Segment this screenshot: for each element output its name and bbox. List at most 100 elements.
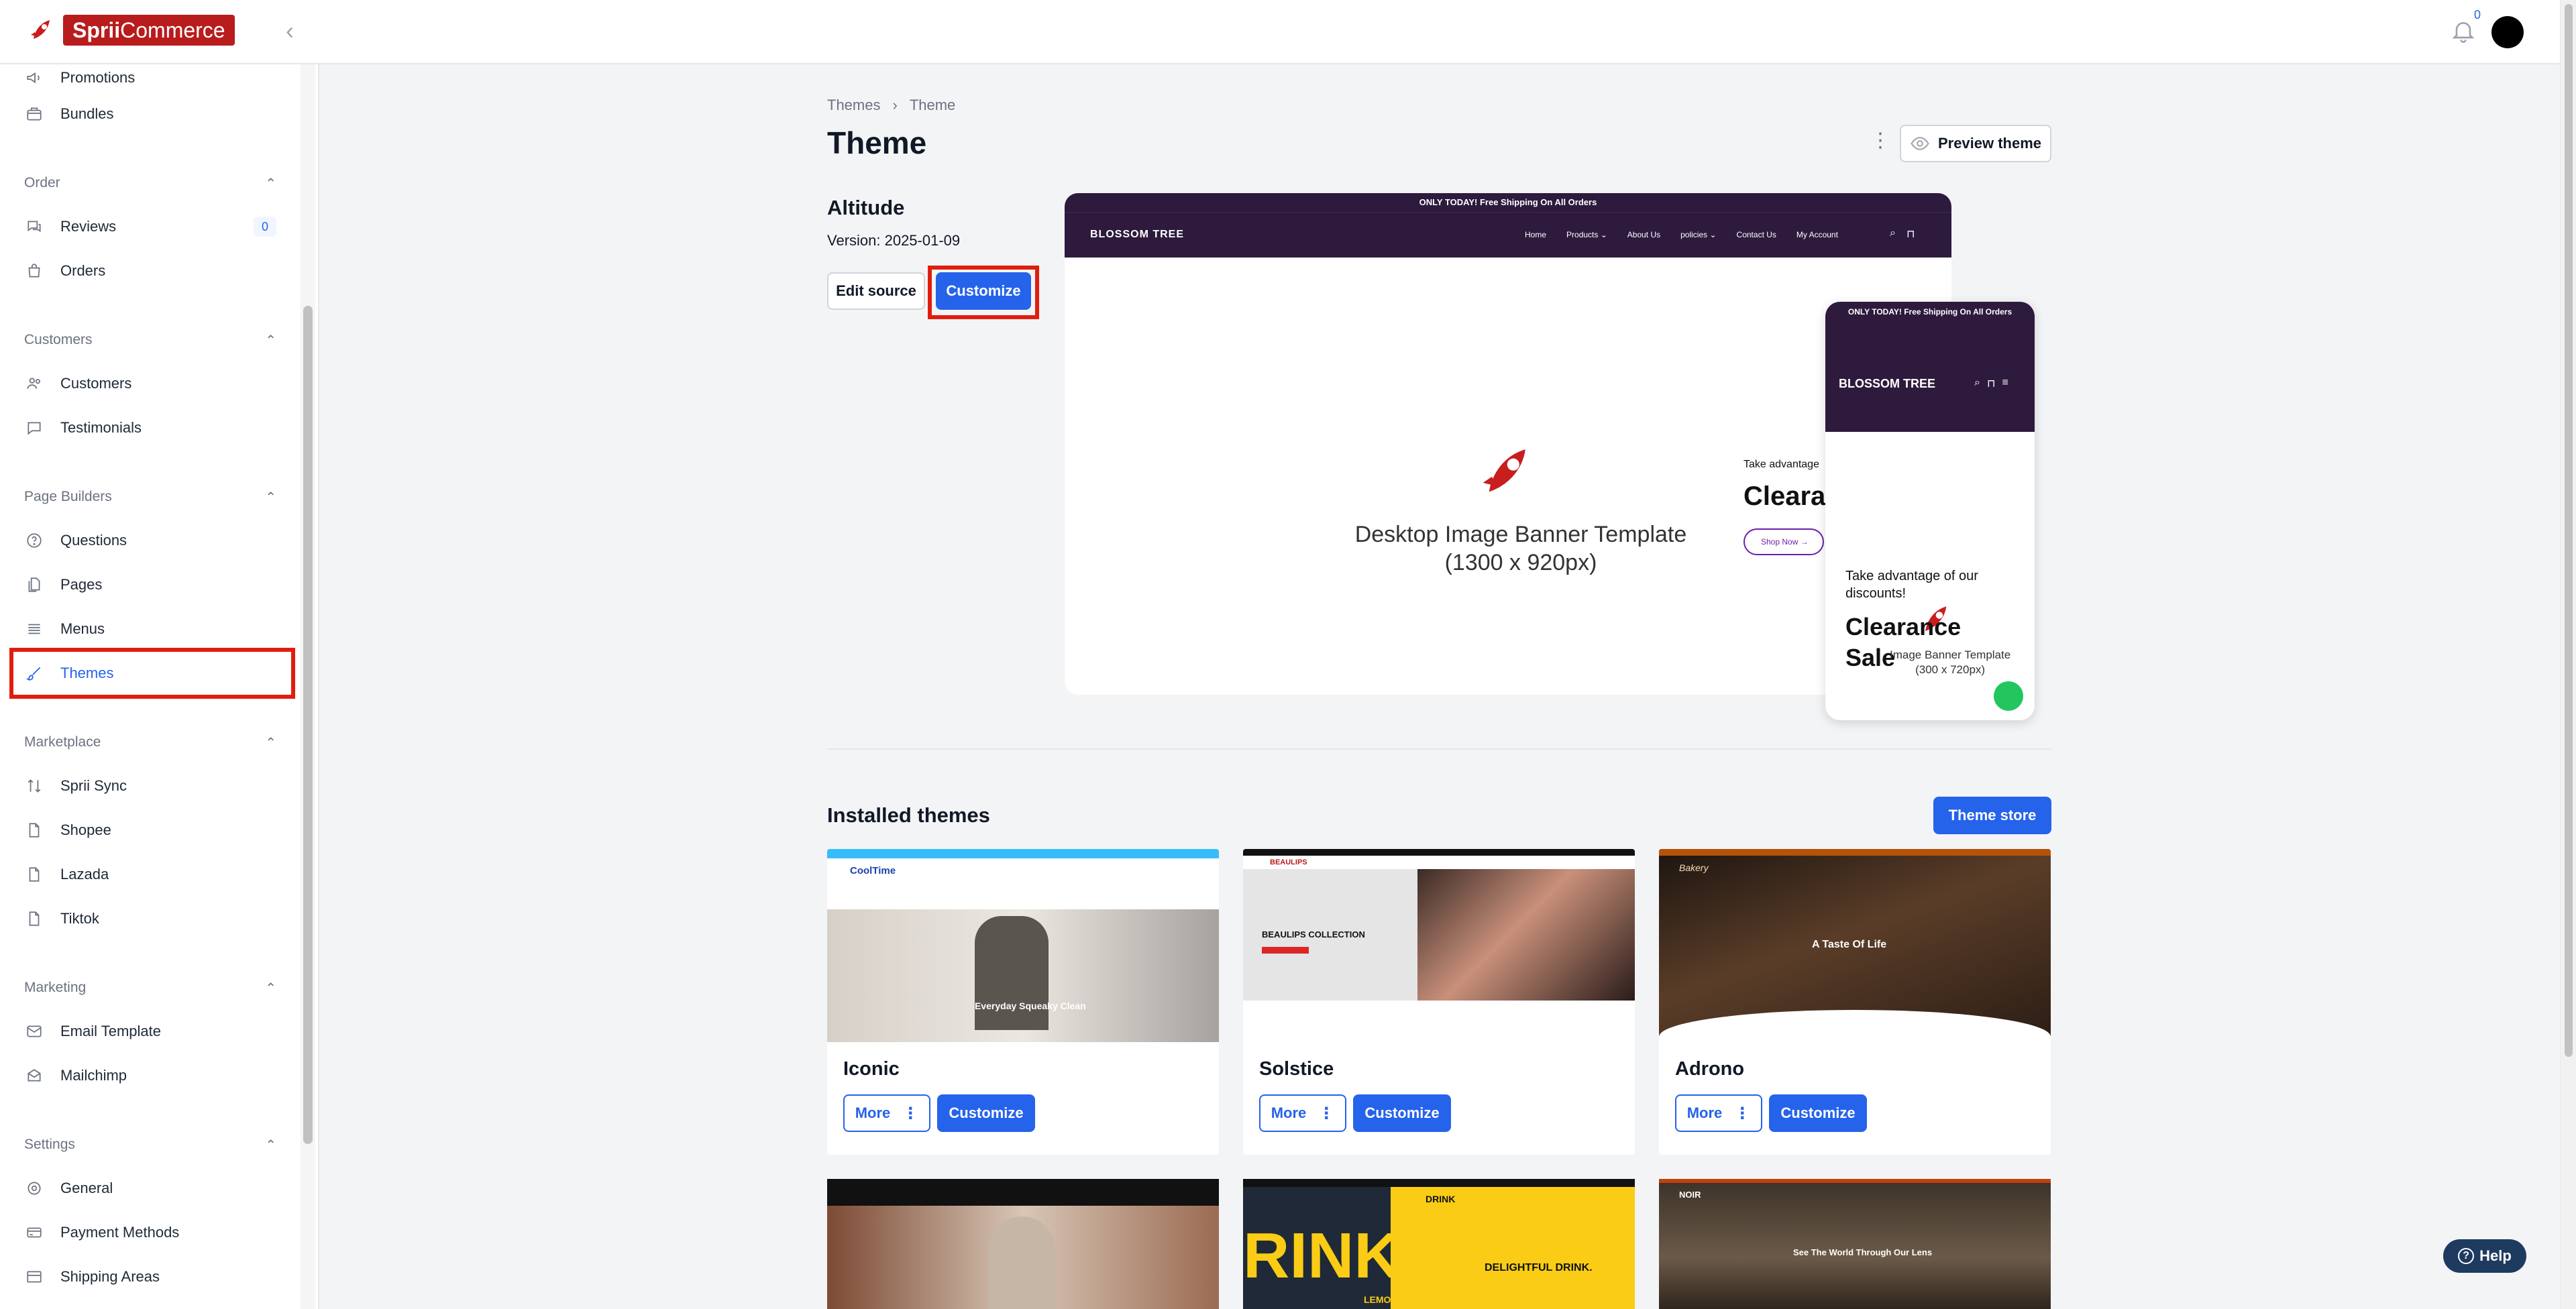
cart-icon: ⊓ <box>1986 378 1996 390</box>
mobile-theme-preview: ONLY TODAY! Free Shipping On All Orders … <box>1825 302 2035 720</box>
logo-text: SpriiCommerce <box>63 15 235 46</box>
customize-button[interactable]: Customize <box>936 272 1031 310</box>
chevron-up-icon: ⌃ <box>265 735 276 750</box>
truck-icon <box>24 1267 44 1287</box>
whatsapp-icon <box>1994 681 2023 711</box>
gear-icon <box>24 1178 44 1198</box>
desktop-banner-placeholder: Desktop Image Banner Template (1300 x 92… <box>1354 522 1687 575</box>
chevron-up-icon: ⌃ <box>265 1137 276 1153</box>
theme-thumbnail-row2-2[interactable]: RINK LEMON DRINK DELIGHTFUL DRINK. <box>1243 1179 1635 1309</box>
sidebar-item-customers[interactable]: Customers <box>24 370 131 397</box>
theme-thumbnail-iconic[interactable]: CoolTime Everyday Squeaky Clean <box>827 849 1219 1042</box>
sidebar-item-shipping-areas[interactable]: Shipping Areas <box>24 1263 160 1290</box>
page-scrollbar[interactable] <box>2560 0 2576 1309</box>
logo[interactable]: SpriiCommerce <box>27 15 235 46</box>
more-button[interactable]: More ⋮ <box>1675 1094 1762 1132</box>
question-icon <box>24 530 44 551</box>
mobile-store-brand: BLOSSOM TREE <box>1839 377 1936 390</box>
rocket-logo-icon <box>31 20 50 39</box>
desktop-theme-preview: ONLY TODAY! Free Shipping On All Orders … <box>1065 193 1951 695</box>
section-divider <box>827 748 2051 750</box>
search-icon: ⌕ <box>1890 227 1896 239</box>
kebab-icon: ⋮ <box>902 1104 919 1123</box>
mobile-announcement: ONLY TODAY! Free Shipping On All Orders <box>1825 302 2035 334</box>
sidebar-item-bundles[interactable]: Bundles <box>24 101 114 127</box>
shop-now-button: Shop Now → <box>1743 528 1824 555</box>
file-icon <box>24 909 44 929</box>
cart-icon: ⊓ <box>1906 229 1915 240</box>
sidebar-section-marketing[interactable]: Marketing ⌃ <box>24 976 276 999</box>
chevron-up-icon: ⌃ <box>265 980 276 996</box>
more-options-icon[interactable]: ⋮ <box>1870 131 1890 152</box>
rocket-placeholder-icon <box>1483 449 1525 492</box>
theme-thumbnail-solstice[interactable]: BEAULIPS BEAULIPS COLLECTION <box>1243 849 1635 1042</box>
preview-theme-button[interactable]: Preview theme <box>1900 125 2051 162</box>
sidebar-item-promotions[interactable]: Promotions <box>24 64 135 91</box>
bell-icon[interactable] <box>2450 17 2477 44</box>
theme-card-adrono: Bakery A Taste Of Life Adrono More ⋮ Cust… <box>1659 849 2051 1155</box>
mail-icon <box>24 1021 44 1041</box>
installed-themes-title: Installed themes <box>827 803 990 827</box>
edit-source-button[interactable]: Edit source <box>827 272 925 310</box>
sidebar-scrollbar[interactable] <box>303 306 313 1144</box>
breadcrumb-current: Theme <box>909 97 956 113</box>
menu-icon: ≡ <box>2002 377 2008 388</box>
desktop-store-links: Home Products ⌄ About Us policies ⌄ Cont… <box>1525 230 1838 239</box>
sidebar-item-shopee[interactable]: Shopee <box>24 817 111 844</box>
sidebar-item-general[interactable]: General <box>24 1175 113 1202</box>
sidebar-item-lazada[interactable]: Lazada <box>24 861 109 888</box>
sidebar-item-mailchimp[interactable]: Mailchimp <box>24 1062 127 1089</box>
theme-name: Iconic <box>843 1058 900 1080</box>
chevron-right-icon: › <box>892 97 898 113</box>
breadcrumb-themes-link[interactable]: Themes <box>827 97 880 114</box>
page-title: Theme <box>827 125 927 160</box>
sidebar-item-testimonials[interactable]: Testimonials <box>24 414 142 441</box>
themes-highlight <box>9 648 295 699</box>
desktop-store-brand: BLOSSOM TREE <box>1090 229 1185 240</box>
sidebar-item-sprii-sync[interactable]: Sprii Sync <box>24 773 127 799</box>
notification-count: 0 <box>2474 8 2481 21</box>
top-bar: SpriiCommerce ‹ 0 <box>0 0 2560 64</box>
theme-thumbnail-row2-1[interactable] <box>827 1179 1219 1309</box>
more-button[interactable]: More ⋮ <box>1259 1094 1346 1132</box>
chevron-up-icon: ⌃ <box>265 176 276 191</box>
box-icon <box>24 104 44 124</box>
mobile-store-nav: BLOSSOM TREE ⌕ ⊓ ≡ <box>1825 334 2035 432</box>
user-avatar[interactable] <box>2491 16 2524 48</box>
theme-store-button[interactable]: Theme store <box>1933 797 2051 834</box>
customize-button[interactable]: Customize <box>937 1094 1035 1132</box>
theme-thumbnail-adrono[interactable]: Bakery A Taste Of Life <box>1659 849 2051 1042</box>
sidebar-item-questions[interactable]: Questions <box>24 527 127 554</box>
desktop-announcement: ONLY TODAY! Free Shipping On All Orders <box>1065 193 1951 212</box>
sidebar-item-menus[interactable]: Menus <box>24 616 105 642</box>
question-icon: ? <box>2458 1248 2475 1264</box>
sidebar-item-reviews[interactable]: Reviews <box>24 213 116 240</box>
theme-thumbnail-row2-3[interactable]: NOIR See The World Through Our Lens <box>1659 1179 2051 1309</box>
more-button[interactable]: More ⋮ <box>843 1094 930 1132</box>
search-icon: ⌕ <box>1974 377 1980 388</box>
help-button[interactable]: ? Help <box>2443 1239 2526 1273</box>
speech-icon <box>24 418 44 438</box>
sidebar-section-order[interactable]: Order ⌃ <box>24 172 276 194</box>
customize-button[interactable]: Customize <box>1769 1094 1867 1132</box>
file-icon <box>24 820 44 840</box>
theme-card-iconic: CoolTime Everyday Squeaky Clean Iconic M… <box>827 849 1219 1155</box>
sidebar-item-pages[interactable]: Pages <box>24 571 102 598</box>
sidebar-item-payment-methods[interactable]: Payment Methods <box>24 1219 179 1246</box>
sidebar-section-marketplace[interactable]: Marketplace ⌃ <box>24 731 276 754</box>
users-icon <box>24 374 44 394</box>
pages-icon <box>24 575 44 595</box>
chevron-up-icon: ⌃ <box>265 490 276 505</box>
sidebar-section-customers[interactable]: Customers ⌃ <box>24 329 276 351</box>
collapse-sidebar-button[interactable]: ‹ <box>276 17 303 44</box>
theme-name: Adrono <box>1675 1058 1745 1080</box>
sidebar-item-tiktok[interactable]: Tiktok <box>24 905 99 932</box>
sidebar-item-orders[interactable]: Orders <box>24 258 105 284</box>
eye-icon <box>1911 137 1929 150</box>
sidebar-section-page-builders[interactable]: Page Builders ⌃ <box>24 486 276 508</box>
sidebar-item-email-template[interactable]: Email Template <box>24 1018 161 1045</box>
sidebar-section-settings[interactable]: Settings ⌃ <box>24 1133 276 1156</box>
current-theme-version: Version: 2025-01-09 <box>827 232 961 249</box>
bag-icon <box>24 261 44 281</box>
customize-button[interactable]: Customize <box>1353 1094 1451 1132</box>
